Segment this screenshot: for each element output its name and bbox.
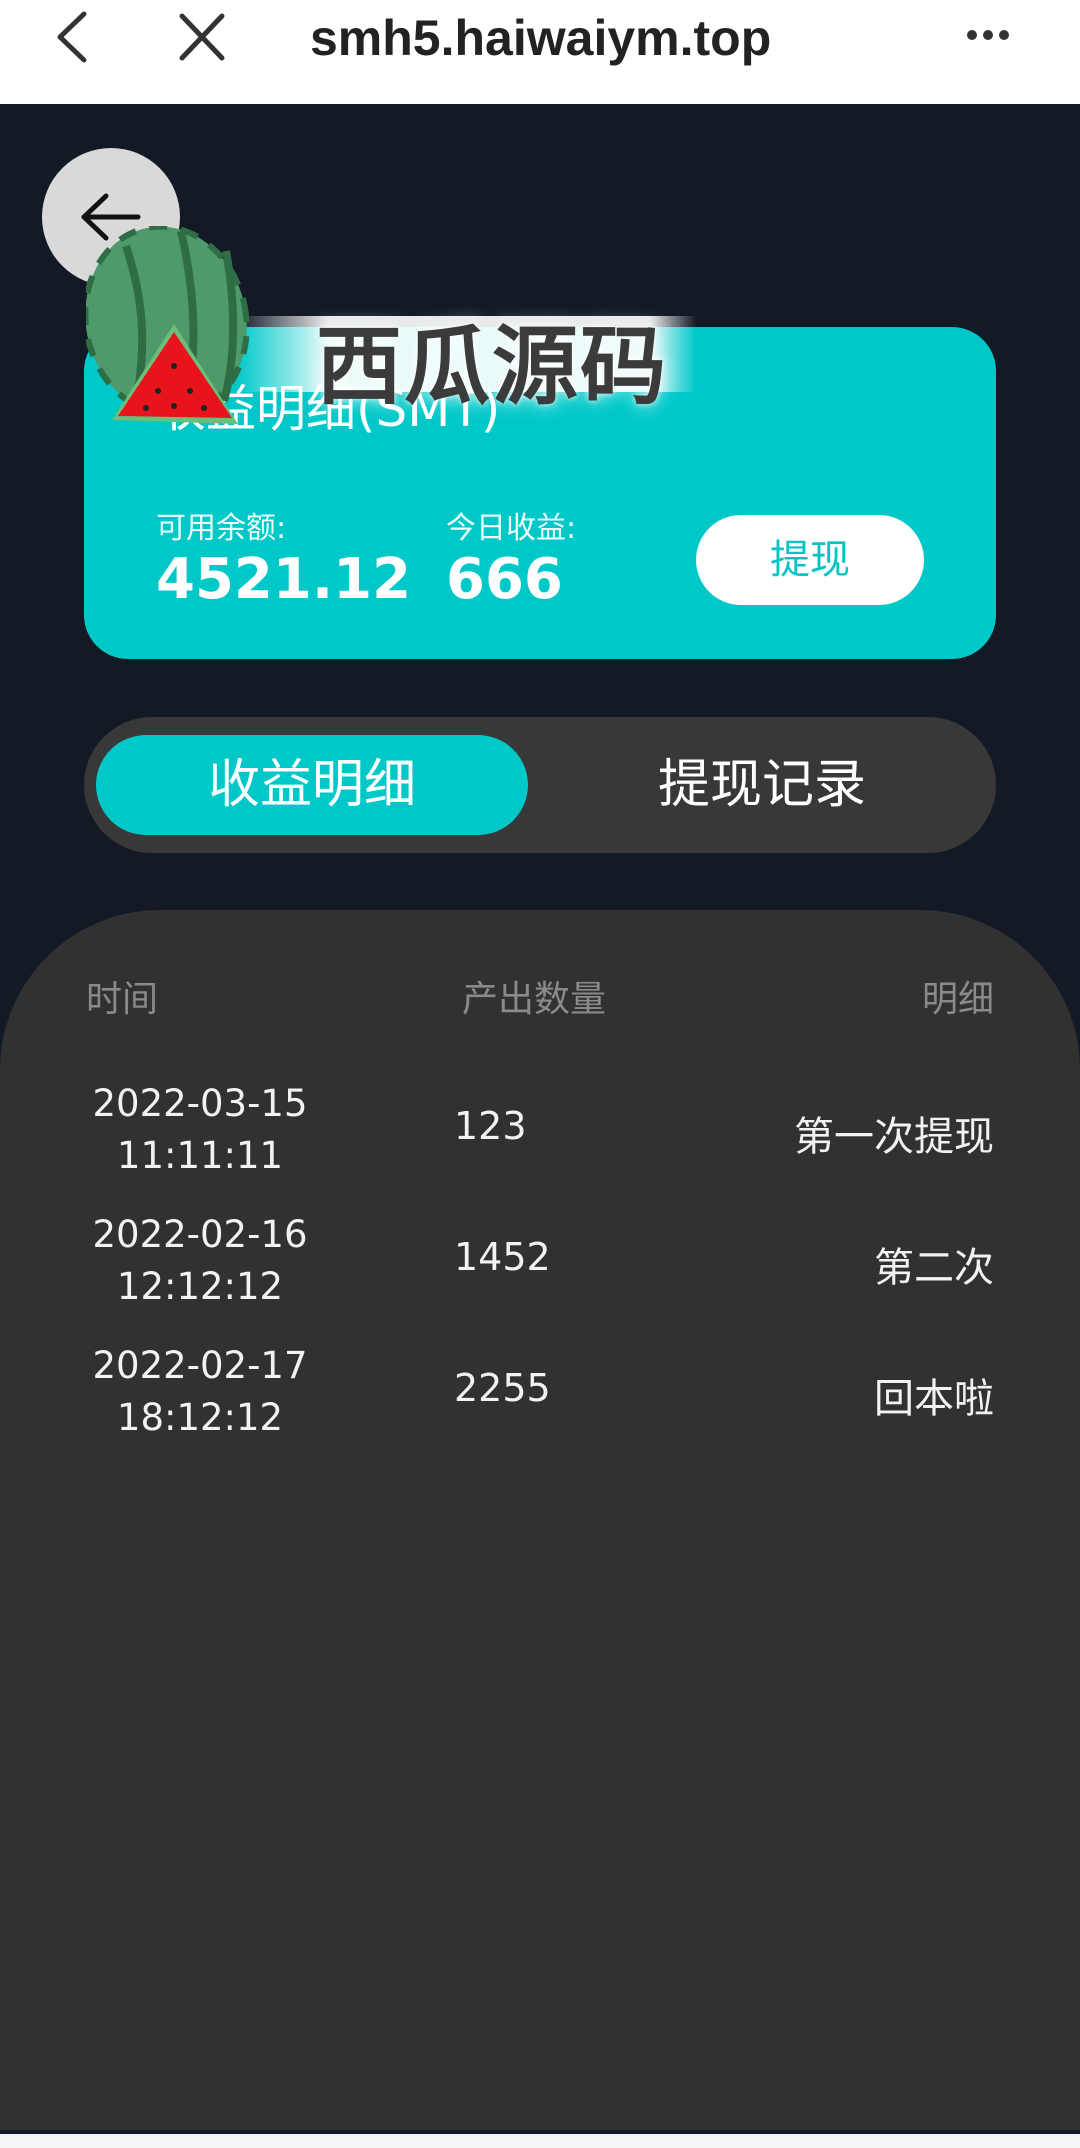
tab-earnings-detail[interactable]: 收益明细 (96, 735, 528, 835)
row-detail: 第二次 (874, 1245, 994, 1291)
row-time: 18:12:12 (116, 1396, 284, 1439)
row-date: 2022-03-15 (92, 1082, 308, 1125)
withdraw-button[interactable]: 提现 (696, 515, 924, 605)
row-amount: 123 (454, 1104, 527, 1148)
header-amount: 产出数量 (462, 979, 607, 1020)
row-detail: 回本啦 (874, 1376, 994, 1422)
tab-withdraw-records[interactable]: 提现记录 (540, 735, 984, 835)
browser-toolbar: smh5.haiwaiym.top (0, 0, 1080, 104)
table-row: 2022-03-15 11:11:11 123 第一次提现 (0, 1078, 1080, 1198)
header-detail: 明细 (921, 979, 994, 1020)
url-text[interactable]: smh5.haiwaiym.top (310, 8, 771, 68)
available-balance-label: 可用余额: (156, 511, 287, 546)
row-time: 11:11:11 (116, 1134, 284, 1177)
row-time: 12:12:12 (116, 1265, 284, 1308)
row-amount: 2255 (454, 1366, 551, 1410)
close-icon[interactable] (178, 12, 226, 62)
today-earnings-value: 666 (446, 547, 563, 612)
more-dots-icon[interactable] (966, 24, 1010, 46)
row-amount: 1452 (454, 1235, 551, 1279)
watermark-text: 西瓜源码 (316, 317, 668, 417)
records-panel: 时间 产出数量 明细 2022-03-15 11:11:11 123 第一次提现… (0, 910, 1080, 2130)
table-row: 2022-02-16 12:12:12 1452 第二次 (0, 1209, 1080, 1329)
row-detail: 第一次提现 (794, 1114, 994, 1160)
available-balance-value: 4521.12 (156, 547, 412, 612)
table-row: 2022-02-17 18:12:12 2255 回本啦 (0, 1340, 1080, 1460)
bottom-strip (0, 2134, 1080, 2148)
chevron-left-icon[interactable] (52, 10, 92, 64)
row-date: 2022-02-16 (92, 1213, 308, 1256)
today-earnings-label: 今日收益: (446, 511, 577, 546)
header-time: 时间 (86, 979, 159, 1020)
row-date: 2022-02-17 (92, 1344, 308, 1387)
tab-bar: 收益明细 提现记录 (84, 717, 996, 853)
